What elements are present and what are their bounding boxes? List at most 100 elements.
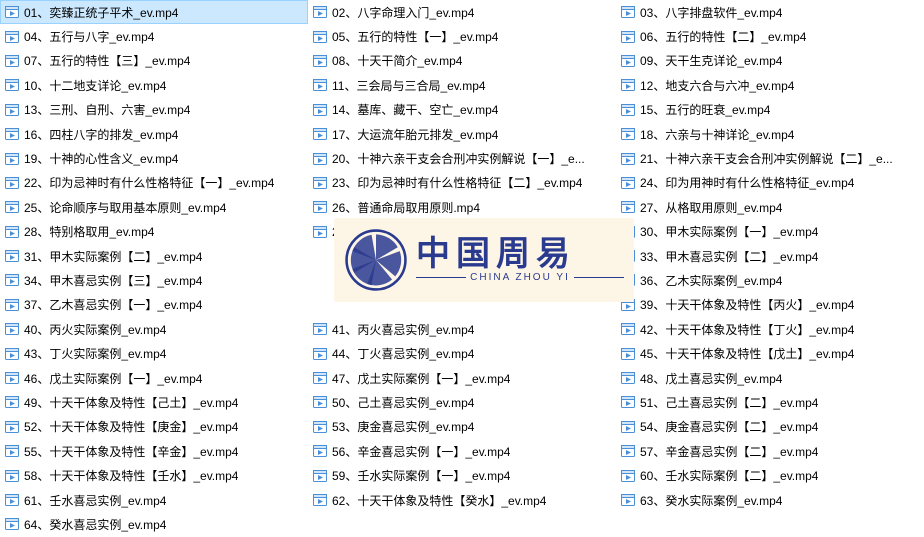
file-item[interactable]: 60、壬水实际案例【二】_ev.mp4: [616, 463, 924, 487]
video-file-icon: [620, 468, 636, 484]
file-item[interactable]: 09、天干生克详论_ev.mp4: [616, 49, 924, 73]
file-item[interactable]: 30、甲木实际案例【一】_ev.mp4: [616, 220, 924, 244]
file-name-label: 03、八字排盘软件_ev.mp4: [640, 4, 782, 21]
video-file-icon: [312, 346, 328, 362]
file-item[interactable]: 40、丙火实际案例_ev.mp4: [0, 317, 308, 341]
file-item[interactable]: 16、四柱八字的排发_ev.mp4: [0, 122, 308, 146]
file-item[interactable]: 63、癸水实际案例_ev.mp4: [616, 488, 924, 512]
file-item[interactable]: 54、庚金喜忌实例【二】_ev.mp4: [616, 415, 924, 439]
file-item[interactable]: 61、壬水喜忌实例_ev.mp4: [0, 488, 308, 512]
file-item[interactable]: 33、甲木喜忌实例【二】_ev.mp4: [616, 244, 924, 268]
file-item[interactable]: 26、普通命局取用原则.mp4: [308, 195, 616, 219]
video-file-icon: [312, 419, 328, 435]
file-name-label: 21、十神六亲干支会合刑冲实例解说【二】_e...: [640, 150, 893, 167]
file-item[interactable]: 49、十天干体象及特性【己土】_ev.mp4: [0, 390, 308, 414]
video-file-icon: [4, 516, 20, 532]
video-file-icon: [312, 443, 328, 459]
file-item[interactable]: 50、己土喜忌实例_ev.mp4: [308, 390, 616, 414]
video-file-icon: [620, 321, 636, 337]
file-name-label: 02、八字命理入门_ev.mp4: [332, 4, 474, 21]
video-file-icon: [620, 29, 636, 45]
file-name-label: 22、印为忌神时有什么性格特征【一】_ev.mp4: [24, 174, 274, 191]
file-item[interactable]: 08、十天干简介_ev.mp4: [308, 49, 616, 73]
file-name-label: 56、辛金喜忌实例【一】_ev.mp4: [332, 443, 510, 460]
file-item[interactable]: 28、特别格取用_ev.mp4: [0, 220, 308, 244]
file-item[interactable]: 07、五行的特性【三】_ev.mp4: [0, 49, 308, 73]
video-file-icon: [4, 492, 20, 508]
file-item[interactable]: 04、五行与八字_ev.mp4: [0, 24, 308, 48]
file-item[interactable]: 02、八字命理入门_ev.mp4: [308, 0, 616, 24]
file-item[interactable]: 22、印为忌神时有什么性格特征【一】_ev.mp4: [0, 171, 308, 195]
file-item[interactable]: 24、印为用神时有什么性格特征_ev.mp4: [616, 171, 924, 195]
file-name-label: 26、普通命局取用原则.mp4: [332, 199, 480, 216]
file-item[interactable]: 05、五行的特性【一】_ev.mp4: [308, 24, 616, 48]
file-item[interactable]: 51、己土喜忌实例【二】_ev.mp4: [616, 390, 924, 414]
file-item[interactable]: 44、丁火喜忌实例_ev.mp4: [308, 341, 616, 365]
file-item[interactable]: 15、五行的旺衰_ev.mp4: [616, 98, 924, 122]
file-item[interactable]: 56、辛金喜忌实例【一】_ev.mp4: [308, 439, 616, 463]
file-item[interactable]: 06、五行的特性【二】_ev.mp4: [616, 24, 924, 48]
file-item[interactable]: 21、十神六亲干支会合刑冲实例解说【二】_e...: [616, 146, 924, 170]
file-item[interactable]: 53、庚金喜忌实例_ev.mp4: [308, 415, 616, 439]
file-item[interactable]: 23、印为忌神时有什么性格特征【二】_ev.mp4: [308, 171, 616, 195]
file-item[interactable]: 01、奕臻正统子平术_ev.mp4: [0, 0, 308, 24]
file-name-label: 39、十天干体象及特性【丙火】_ev.mp4: [640, 296, 854, 313]
file-item[interactable]: 25、论命顺序与取用基本原则_ev.mp4: [0, 195, 308, 219]
file-item[interactable]: 58、十天干体象及特性【壬水】_ev.mp4: [0, 463, 308, 487]
file-name-label: 40、丙火实际案例_ev.mp4: [24, 321, 166, 338]
file-name-label: 09、天干生克详论_ev.mp4: [640, 52, 782, 69]
file-item[interactable]: 10、十二地支详论_ev.mp4: [0, 73, 308, 97]
file-name-label: 62、十天干体象及特性【癸水】_ev.mp4: [332, 492, 546, 509]
video-file-icon: [4, 77, 20, 93]
file-name-label: 57、辛金喜忌实例【二】_ev.mp4: [640, 443, 818, 460]
file-item[interactable]: 46、戊土实际案例【一】_ev.mp4: [0, 366, 308, 390]
file-item[interactable]: 14、墓库、藏干、空亡_ev.mp4: [308, 98, 616, 122]
video-file-icon: [312, 126, 328, 142]
file-item[interactable]: 41、丙火喜忌实例_ev.mp4: [308, 317, 616, 341]
file-item[interactable]: 48、戊土喜忌实例_ev.mp4: [616, 366, 924, 390]
file-item[interactable]: 03、八字排盘软件_ev.mp4: [616, 0, 924, 24]
video-file-icon: [620, 126, 636, 142]
file-item[interactable]: 55、十天干体象及特性【辛金】_ev.mp4: [0, 439, 308, 463]
file-item[interactable]: 39、十天干体象及特性【丙火】_ev.mp4: [616, 293, 924, 317]
file-item[interactable]: 13、三刑、自刑、六害_ev.mp4: [0, 98, 308, 122]
file-item[interactable]: 18、六亲与十神详论_ev.mp4: [616, 122, 924, 146]
file-item[interactable]: 31、甲木实际案例【二】_ev.mp4: [0, 244, 308, 268]
file-item[interactable]: 12、地支六合与六冲_ev.mp4: [616, 73, 924, 97]
video-file-icon: [312, 370, 328, 386]
file-name-label: 61、壬水喜忌实例_ev.mp4: [24, 492, 166, 509]
file-item[interactable]: 43、丁火实际案例_ev.mp4: [0, 341, 308, 365]
video-file-icon: [4, 419, 20, 435]
file-item[interactable]: 45、十天干体象及特性【戊土】_ev.mp4: [616, 341, 924, 365]
file-item[interactable]: 62、十天干体象及特性【癸水】_ev.mp4: [308, 488, 616, 512]
file-item[interactable]: 27、从格取用原则_ev.mp4: [616, 195, 924, 219]
video-file-icon: [620, 4, 636, 20]
video-file-icon: [4, 4, 20, 20]
file-name-label: 37、乙木喜忌实例【一】_ev.mp4: [24, 296, 202, 313]
file-item[interactable]: 47、戊土实际案例【一】_ev.mp4: [308, 366, 616, 390]
video-file-icon: [4, 321, 20, 337]
video-file-icon: [4, 272, 20, 288]
file-item[interactable]: 64、癸水喜忌实例_ev.mp4: [0, 512, 308, 536]
file-name-label: 14、墓库、藏干、空亡_ev.mp4: [332, 101, 498, 118]
file-item[interactable]: 19、十神的心性含义_ev.mp4: [0, 146, 308, 170]
file-name-label: 51、己土喜忌实例【二】_ev.mp4: [640, 394, 818, 411]
file-item[interactable]: 36、乙木实际案例_ev.mp4: [616, 268, 924, 292]
file-item[interactable]: 42、十天干体象及特性【丁火】_ev.mp4: [616, 317, 924, 341]
file-name-label: 43、丁火实际案例_ev.mp4: [24, 345, 166, 362]
file-item[interactable]: 37、乙木喜忌实例【一】_ev.mp4: [0, 293, 308, 317]
file-item[interactable]: 57、辛金喜忌实例【二】_ev.mp4: [616, 439, 924, 463]
video-file-icon: [4, 394, 20, 410]
video-file-icon: [312, 29, 328, 45]
file-name-label: 16、四柱八字的排发_ev.mp4: [24, 126, 178, 143]
video-file-icon: [4, 468, 20, 484]
file-name-label: 33、甲木喜忌实例【二】_ev.mp4: [640, 248, 818, 265]
file-item[interactable]: 20、十神六亲干支会合刑冲实例解说【一】_e...: [308, 146, 616, 170]
file-item[interactable]: 17、大运流年胎元排发_ev.mp4: [308, 122, 616, 146]
file-item[interactable]: 34、甲木喜忌实例【三】_ev.mp4: [0, 268, 308, 292]
file-item[interactable]: 11、三会局与三合局_ev.mp4: [308, 73, 616, 97]
video-file-icon: [312, 224, 328, 240]
file-item[interactable]: 59、壬水实际案例【一】_ev.mp4: [308, 463, 616, 487]
file-item[interactable]: 52、十天干体象及特性【庚金】_ev.mp4: [0, 415, 308, 439]
file-name-label: 55、十天干体象及特性【辛金】_ev.mp4: [24, 443, 238, 460]
